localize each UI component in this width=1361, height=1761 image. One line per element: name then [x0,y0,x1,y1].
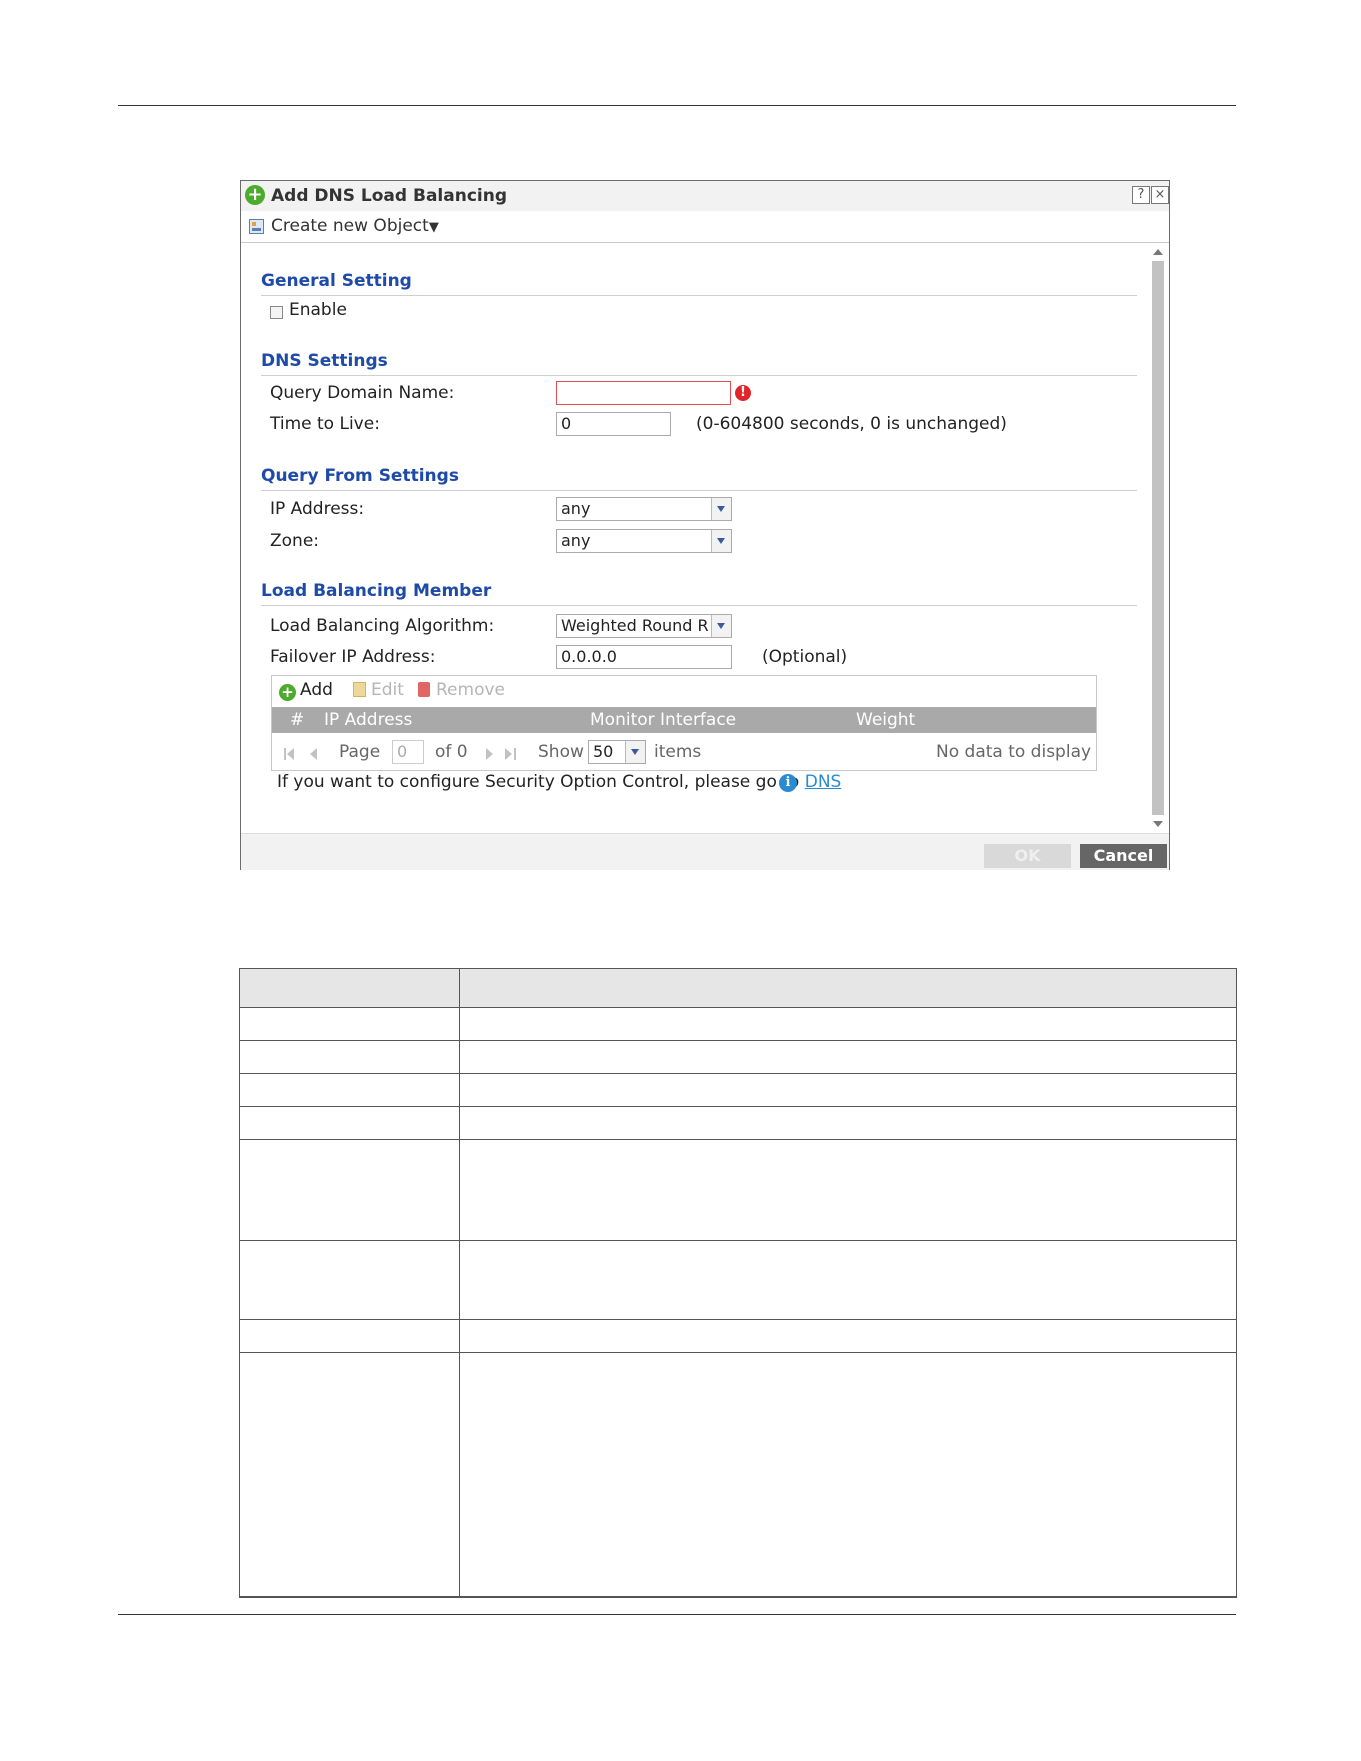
next-page-icon[interactable] [486,748,493,760]
page-label: Page [339,742,381,762]
page-count: of 0 [435,742,468,762]
algorithm-label: Load Balancing Algorithm: [270,616,495,636]
dialog-content: General Setting Enable DNS Settings Quer… [241,243,1147,833]
edit-button[interactable]: Edit [353,680,404,700]
member-grid: + Add Edit Remove # IP Address Monitor In… [271,675,1097,771]
dialog-scrollbar[interactable] [1149,243,1167,833]
add-circle-icon: + [245,185,265,205]
section-title: Query From Settings [261,466,459,486]
table-row-divider [240,1040,1236,1041]
grid-pager: Page 0 of 0 Show 50 items No data to dis… [272,734,1096,770]
algorithm-value: Weighted Round R [561,616,709,635]
dialog-footer: OK Cancel [241,833,1169,870]
grid-toolbar: + Add Edit Remove [272,676,1096,706]
add-icon: + [279,684,296,701]
query-domain-label: Query Domain Name: [270,383,455,403]
edit-icon [353,682,366,697]
info-icon: i [779,774,797,792]
cancel-button[interactable]: Cancel [1080,844,1167,868]
dropdown-arrow-icon [711,530,731,552]
algorithm-select[interactable]: Weighted Round R [556,614,732,638]
enable-checkbox[interactable] [270,306,283,319]
scroll-thumb[interactable] [1152,261,1164,815]
dropdown-arrow-icon [711,615,731,637]
page-size-select[interactable]: 50 [588,740,646,764]
items-label: items [654,742,702,762]
page-size-value: 50 [593,742,614,761]
previous-page-icon[interactable] [310,748,317,760]
ttl-input[interactable]: 0 [556,412,671,436]
edit-label: Edit [371,680,404,700]
column-header-number[interactable]: # [290,710,304,730]
table-row-divider [240,1073,1236,1074]
column-header-monitor-interface[interactable]: Monitor Interface [590,710,736,730]
section-title: General Setting [261,271,412,291]
general-setting-section: General Setting [261,271,1137,296]
no-data-label: No data to display [936,742,1092,762]
last-page-icon[interactable] [505,748,516,760]
first-page-icon[interactable] [284,748,294,760]
ip-address-label: IP Address: [270,499,365,519]
remove-button[interactable]: Remove [418,680,505,700]
dropdown-arrow-icon [711,498,731,520]
info-text: If you want to configure Security Option… [277,772,805,792]
error-icon: ! [735,385,751,401]
ttl-hint: (0-604800 seconds, 0 is unchanged) [696,414,1007,434]
table-row-divider [240,1319,1236,1320]
dns-link[interactable]: DNS [805,772,842,792]
failover-hint: (Optional) [762,647,848,667]
table-row-divider [240,1240,1236,1241]
load-balancing-member-section: Load Balancing Member [261,581,1137,606]
column-header-weight[interactable]: Weight [856,710,915,730]
table-row-divider [240,1139,1236,1140]
object-icon [249,219,264,234]
section-title: Load Balancing Member [261,581,492,601]
page-header-rule [118,105,1236,106]
show-label: Show [538,742,584,762]
add-button[interactable]: + Add [279,680,333,701]
add-label: Add [300,680,333,700]
create-new-object-menu[interactable]: Create new Object▼ [271,216,439,236]
close-button[interactable]: × [1151,186,1169,204]
section-title: DNS Settings [261,351,388,371]
ok-button[interactable]: OK [984,844,1071,868]
dropdown-arrow-icon [625,741,645,763]
scroll-up-icon[interactable] [1153,249,1163,255]
description-table [239,968,1237,1598]
scroll-down-icon[interactable] [1153,821,1163,827]
add-dns-load-balancing-dialog: + Add DNS Load Balancing ? × Create new … [240,180,1170,870]
dns-settings-section: DNS Settings [261,351,1137,376]
help-button[interactable]: ? [1132,186,1150,204]
table-column-divider [459,969,460,1596]
page-number-input[interactable]: 0 [392,740,424,764]
zone-select[interactable]: any [556,529,732,553]
page-footer-rule [118,1614,1236,1615]
remove-label: Remove [436,680,505,700]
create-new-object-label: Create new Object [271,216,429,236]
zone-label: Zone: [270,531,320,551]
ttl-label: Time to Live: [270,414,380,434]
column-header-ip-address[interactable]: IP Address [324,710,412,730]
dialog-titlebar: + Add DNS Load Balancing ? × [241,181,1169,211]
ip-address-value: any [561,499,591,518]
ip-address-select[interactable]: any [556,497,732,521]
failover-ip-label: Failover IP Address: [270,647,436,667]
caret-down-icon: ▼ [428,220,439,235]
trash-icon [418,682,430,697]
dialog-title: Add DNS Load Balancing [271,186,507,206]
enable-label: Enable [289,300,347,320]
query-domain-input[interactable] [556,381,731,405]
object-toolbar: Create new Object▼ [241,211,1169,243]
query-from-settings-section: Query From Settings [261,466,1137,491]
table-row-divider [240,1106,1236,1107]
failover-ip-input[interactable]: 0.0.0.0 [556,645,732,669]
table-header-row [240,969,1236,1008]
security-option-info: If you want to configure Security Option… [277,772,841,792]
table-row-divider [240,1352,1236,1353]
zone-value: any [561,531,591,550]
grid-header: # IP Address Monitor Interface Weight [272,707,1096,733]
